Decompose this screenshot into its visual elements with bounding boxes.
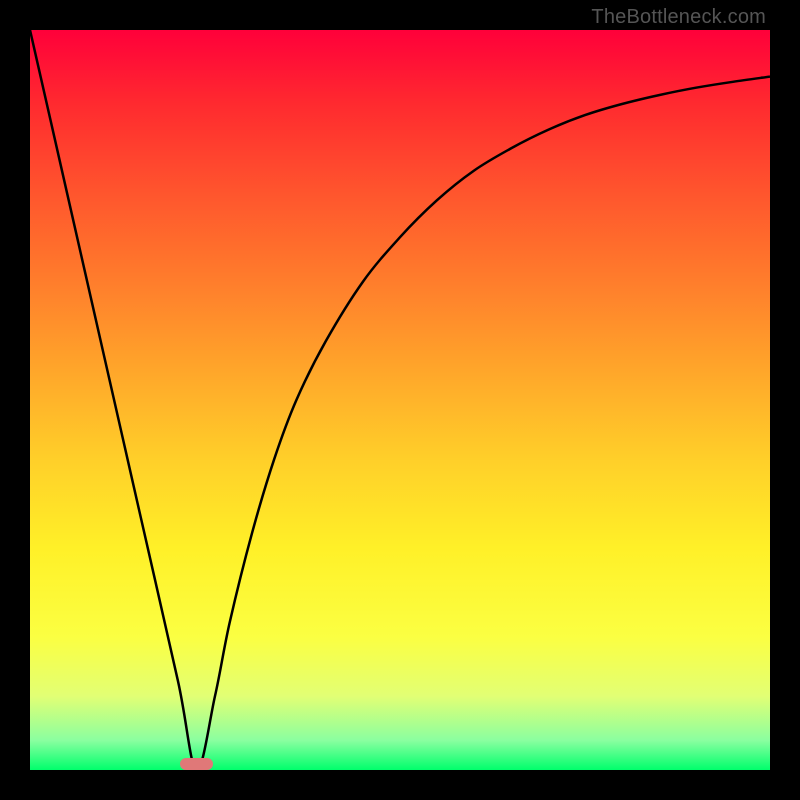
plot-area [30,30,770,770]
chart-frame: TheBottleneck.com [0,0,800,800]
bottleneck-curve [30,30,770,770]
optimum-marker [180,758,213,770]
watermark-text: TheBottleneck.com [591,6,766,29]
